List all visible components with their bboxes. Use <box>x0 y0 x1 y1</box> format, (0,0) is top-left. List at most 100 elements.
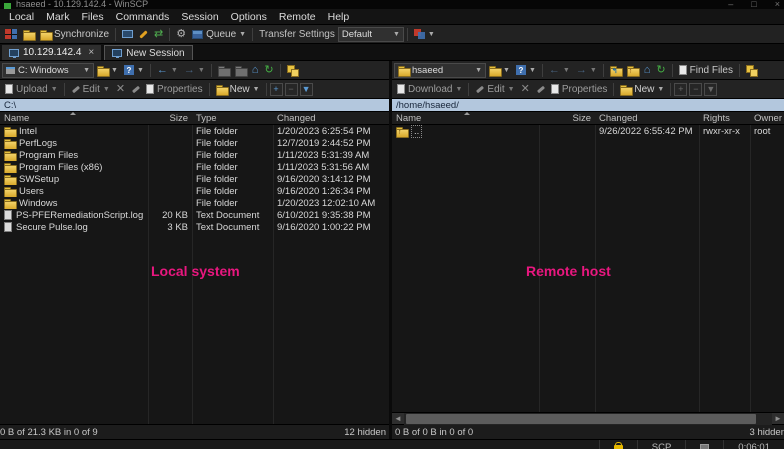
table-row[interactable]: ↑.. 9/26/2022 6:55:42 PM rwxr-xr-x root <box>392 125 784 138</box>
drive-selector[interactable]: C: Windows ▼ <box>2 62 94 78</box>
upload-button[interactable]: Upload ▼ <box>2 81 61 98</box>
session-duration[interactable]: 0:06:01 <box>723 440 784 449</box>
local-path-bar[interactable]: C:\ <box>0 99 389 112</box>
refresh-button[interactable]: ↻ <box>653 62 668 79</box>
remote-path-bar[interactable]: /home/hsaeed/ <box>392 99 784 112</box>
protocol-status[interactable]: SCP <box>636 440 686 449</box>
select-add-button[interactable]: + <box>674 82 688 96</box>
column-header-type[interactable]: Type <box>192 113 273 124</box>
refresh-icon: ↻ <box>264 64 274 76</box>
table-row[interactable]: Windows File folder 1/20/2023 12:02:10 AM <box>0 197 389 209</box>
commander-view-button[interactable] <box>2 26 20 43</box>
menu-local[interactable]: Local <box>3 10 40 24</box>
remote-horizontal-scrollbar[interactable]: ◄ ► <box>392 412 784 425</box>
edit-button[interactable]: Edit ▼ <box>472 81 517 98</box>
edit-icon <box>475 85 484 94</box>
tab-new-session[interactable]: New Session <box>104 45 193 60</box>
table-row[interactable]: Intel File folder 1/20/2023 6:25:54 PM <box>0 125 389 137</box>
menu-files[interactable]: Files <box>75 10 109 24</box>
tab-close-icon[interactable]: × <box>88 47 94 58</box>
table-row[interactable]: Secure Pulse.log 3 KB Text Document 9/16/20… <box>0 221 389 233</box>
column-header-owner[interactable]: Owner <box>750 113 784 124</box>
root-directory-button[interactable] <box>232 62 249 79</box>
bookmarks-button[interactable] <box>743 62 760 79</box>
menu-mark[interactable]: Mark <box>40 10 75 24</box>
parent-directory-button[interactable] <box>215 62 232 79</box>
new-button[interactable]: New ▼ <box>617 81 667 98</box>
refresh-button[interactable]: ↻ <box>261 62 276 79</box>
select-remove-button[interactable]: − <box>689 82 703 96</box>
select-remove-button[interactable]: − <box>284 82 298 96</box>
tab-session-host[interactable]: 10.129.142.4 × <box>2 45 102 60</box>
remote-hidden-count[interactable]: 3 hidden <box>750 427 784 438</box>
new-button[interactable]: New ▼ <box>213 81 263 98</box>
column-header-size[interactable]: Size <box>539 113 595 124</box>
synchronize-button[interactable]: Synchronize <box>37 26 112 43</box>
rename-button[interactable] <box>128 81 143 98</box>
preferences-button[interactable]: ⚙ <box>173 26 189 43</box>
transfer-mode-button[interactable]: ⇄ <box>151 26 166 43</box>
open-directory-button[interactable]: ▼ <box>486 62 513 79</box>
download-button[interactable]: Download ▼ <box>394 81 465 98</box>
toolbar-separator <box>210 63 212 77</box>
table-row[interactable]: SWSetup File folder 9/16/2020 3:14:12 PM <box>0 173 389 185</box>
maximize-icon[interactable]: □ <box>751 0 756 9</box>
toolbar-separator <box>279 63 281 77</box>
menu-options[interactable]: Options <box>225 10 273 24</box>
column-header-changed[interactable]: Changed <box>273 113 389 124</box>
rename-button[interactable] <box>533 81 548 98</box>
find-files-button[interactable]: Find Files <box>676 62 736 79</box>
transfer-preset-button[interactable]: ▼ <box>411 26 438 43</box>
local-folders-button[interactable] <box>20 26 37 43</box>
menu-commands[interactable]: Commands <box>110 10 176 24</box>
scroll-left-icon[interactable]: ◄ <box>392 412 404 425</box>
delete-button[interactable]: ✕ <box>113 81 128 98</box>
menu-help[interactable]: Help <box>322 10 356 24</box>
properties-button[interactable]: Properties <box>143 81 206 98</box>
select-add-button[interactable]: + <box>269 82 283 96</box>
remote-directory-selector[interactable]: hsaeed ▼ <box>394 62 486 78</box>
properties-button[interactable]: Properties <box>548 81 611 98</box>
scrollbar-track[interactable] <box>404 412 772 425</box>
table-row[interactable]: PerfLogs File folder 12/7/2019 2:44:52 PM <box>0 137 389 149</box>
table-row[interactable]: PS-PFERemediationScript.log 20 KB Text Doc… <box>0 209 389 221</box>
chevron-down-icon: ▼ <box>507 85 515 93</box>
parent-directory-button[interactable]: ↰ <box>607 62 624 79</box>
back-button[interactable]: ← ▼ <box>546 62 573 79</box>
bookmarks-button[interactable] <box>284 62 301 79</box>
history-button[interactable]: ? ▼ <box>513 62 539 79</box>
encryption-status[interactable] <box>598 440 637 449</box>
root-directory-button[interactable]: ↑ <box>624 62 641 79</box>
scroll-right-icon[interactable]: ► <box>772 412 784 425</box>
scrollbar-thumb[interactable] <box>406 413 756 424</box>
close-icon[interactable]: × <box>775 0 780 9</box>
local-hidden-count[interactable]: 12 hidden <box>344 427 386 438</box>
history-button[interactable]: ? ▼ <box>121 62 147 79</box>
table-row[interactable]: Users File folder 9/16/2020 1:26:34 PM <box>0 185 389 197</box>
column-header-changed[interactable]: Changed <box>595 113 699 124</box>
home-directory-button[interactable]: ⌂ <box>641 62 654 79</box>
transfer-settings-combo[interactable]: Default ▼ <box>337 26 404 42</box>
filter-button[interactable]: ▼ <box>299 82 313 96</box>
home-directory-button[interactable]: ⌂ <box>249 62 262 79</box>
local-file-list[interactable]: Intel File folder 1/20/2023 6:25:54 PM Perf… <box>0 125 389 424</box>
column-header-rights[interactable]: Rights <box>699 113 750 124</box>
menu-remote[interactable]: Remote <box>273 10 322 24</box>
table-row[interactable]: Program Files (x86) File folder 1/11/2023 … <box>0 161 389 173</box>
column-header-size[interactable]: Size <box>148 113 192 124</box>
console-button[interactable] <box>136 26 151 43</box>
queue-button[interactable]: Queue ▼ <box>189 26 249 43</box>
edit-button[interactable]: Edit ▼ <box>68 81 113 98</box>
filter-button[interactable]: ▼ <box>704 82 718 96</box>
terminal-status[interactable] <box>685 440 723 449</box>
table-row[interactable]: Program Files File folder 1/11/2023 5:31:3… <box>0 149 389 161</box>
remote-file-list[interactable]: ↑.. 9/26/2022 6:55:42 PM rwxr-xr-x root Remo… <box>392 125 784 412</box>
terminal-button[interactable] <box>119 26 136 43</box>
back-button[interactable]: ← ▼ <box>154 62 181 79</box>
forward-button[interactable]: → ▼ <box>573 62 600 79</box>
minimize-icon[interactable]: – <box>728 0 733 9</box>
forward-button[interactable]: → ▼ <box>181 62 208 79</box>
delete-button[interactable]: ✕ <box>518 81 533 98</box>
open-directory-button[interactable]: ▼ <box>94 62 121 79</box>
menu-session[interactable]: Session <box>175 10 224 24</box>
